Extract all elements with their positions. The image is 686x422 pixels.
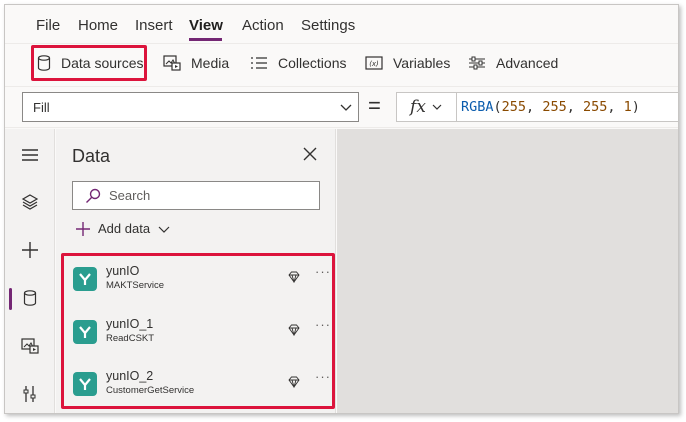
data-source-service: ReadCSKT [106,333,155,344]
tools-icon [23,386,36,402]
more-options-button[interactable]: ··· [315,264,331,279]
advanced-button[interactable]: Advanced [468,44,558,82]
search-placeholder: Search [109,188,151,203]
yunio-logo-icon [73,372,97,396]
property-value: Fill [33,100,50,115]
yunio-logo-icon [73,267,97,291]
formula-input[interactable]: RGBA(255, 255, 255, 1) [456,92,678,122]
active-tab-indicator [189,38,222,41]
data-source-name: yunIO_2 [106,369,154,383]
formula-function: RGBA [461,99,494,115]
menu-bar: File Home Insert View Action Settings [5,5,678,43]
design-canvas[interactable] [337,129,678,413]
more-options-button[interactable]: ··· [315,369,331,384]
variables-icon: (x) [365,56,383,70]
variables-label: Variables [393,55,451,71]
data-source-name: yunIO [106,264,140,278]
formula-arg-r: 255 [501,99,527,115]
close-icon[interactable] [303,147,317,161]
formula-arg-g: 255 [542,99,567,115]
data-sources-button[interactable]: Data sources [37,44,143,82]
hamburger-menu-icon [22,149,38,161]
data-source-name: yunIO_1 [106,317,154,331]
media-label: Media [191,55,230,71]
add-data-button[interactable]: Add data [76,221,170,236]
menu-settings[interactable]: Settings [301,17,355,34]
layers-icon [21,194,39,210]
premium-diamond-icon [288,271,300,283]
rail-item-insert[interactable] [5,230,55,270]
rail-item-data[interactable] [5,278,55,318]
chevron-down-icon [340,104,352,111]
advanced-label: Advanced [496,55,559,71]
rail-item-tree-view[interactable] [5,182,55,222]
data-source-item[interactable]: yunIO_1 ReadCSKT ··· [64,316,331,366]
database-icon [23,290,37,306]
rail-item-tools[interactable] [5,374,55,413]
search-icon [86,188,101,203]
fx-label: fx [410,97,426,117]
add-data-label: Add data [98,221,151,236]
more-options-button[interactable]: ··· [315,317,331,332]
plus-icon [76,221,90,236]
data-sources-label: Data sources [61,55,144,71]
data-source-service: MAKTService [106,280,165,291]
data-source-item[interactable]: yunIO_2 CustomerGetService ··· [64,368,331,413]
menu-home[interactable]: Home [78,17,118,34]
equals-sign: = [368,93,381,118]
menu-insert[interactable]: Insert [135,17,173,34]
pane-title: Data [72,146,111,166]
menu-view[interactable]: View [189,17,223,34]
collections-icon [251,57,267,69]
function-picker[interactable]: fx [396,92,456,122]
rail-item-menu[interactable] [5,135,55,175]
data-source-item[interactable]: yunIO MAKTService ··· [64,263,331,313]
formula-close-paren: ) [631,99,640,115]
menu-action[interactable]: Action [242,17,284,34]
left-rail [5,129,55,413]
data-source-service: CustomerGetService [106,385,195,396]
premium-diamond-icon [288,324,300,336]
menu-file[interactable]: File [36,17,60,34]
chevron-down-icon [432,104,442,110]
media-button[interactable]: Media [163,44,229,82]
svg-text:(x): (x) [369,60,379,68]
app-window: File Home Insert View Action Settings Da… [4,4,679,414]
media-icon [163,55,181,71]
plus-icon [22,242,38,258]
search-input[interactable]: Search [72,181,320,210]
chevron-down-icon [158,226,170,233]
premium-diamond-icon [288,376,300,388]
formula-arg-b: 255 [582,99,608,115]
property-dropdown[interactable]: Fill [22,92,359,122]
yunio-logo-icon [73,320,97,344]
collections-button[interactable]: Collections [250,44,346,82]
rail-item-media[interactable] [5,326,55,366]
formula-bar: Fill = fx RGBA(255, 255, 255, 1) [5,86,678,128]
ribbon-toolbar: Data sources Media Collections (x) Varia… [5,43,678,85]
advanced-icon [469,56,485,70]
collections-label: Collections [278,55,347,71]
media-icon [21,338,39,354]
formula-open-paren: ( [493,99,502,115]
variables-button[interactable]: (x) Variables [365,44,450,82]
database-icon [37,55,51,71]
data-pane: Data Search Add data yunIO MAKTService ·… [56,129,336,413]
formula-arg-a: 1 [623,99,632,115]
